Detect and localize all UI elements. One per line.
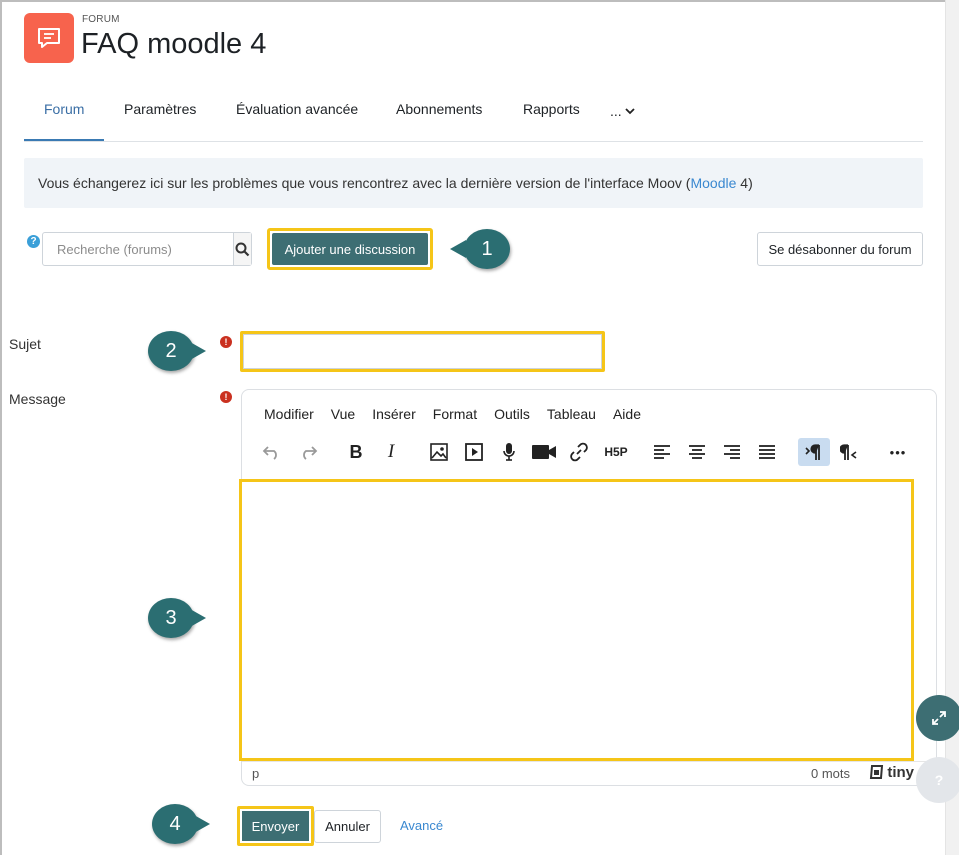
cancel-button[interactable]: Annuler xyxy=(314,810,381,843)
subject-label: Sujet xyxy=(9,336,41,352)
undo-icon[interactable] xyxy=(256,438,288,466)
align-right-icon[interactable] xyxy=(716,438,748,466)
menu-format[interactable]: Format xyxy=(433,406,477,422)
forum-search xyxy=(42,232,252,266)
secondary-navigation: Forum Paramètres Évaluation avancée Abon… xyxy=(24,81,923,142)
editor-content-area[interactable] xyxy=(239,479,914,761)
tab-forum[interactable]: Forum xyxy=(24,81,105,141)
word-count: 0 mots xyxy=(810,766,850,781)
image-icon[interactable] xyxy=(423,438,455,466)
menu-tableau[interactable]: Tableau xyxy=(547,406,596,422)
tab-abonnements[interactable]: Abonnements xyxy=(376,81,502,141)
redo-icon[interactable] xyxy=(292,438,324,466)
send-highlight: Envoyer xyxy=(237,806,314,846)
page-title: FAQ moodle 4 xyxy=(81,28,267,60)
menu-aide[interactable]: Aide xyxy=(613,406,641,422)
video-camera-icon[interactable] xyxy=(528,438,560,466)
menu-modifier[interactable]: Modifier xyxy=(264,406,314,422)
forum-chat-icon xyxy=(24,13,74,63)
unsubscribe-button[interactable]: Se désabonner du forum xyxy=(757,232,923,266)
tab-more-label: ... xyxy=(610,103,622,119)
ltr-icon[interactable] xyxy=(798,438,830,466)
tab-evaluation-avancee[interactable]: Évaluation avancée xyxy=(216,81,378,141)
tiny-logo-icon xyxy=(870,765,884,779)
link-icon[interactable] xyxy=(563,438,595,466)
menu-inserer[interactable]: Insérer xyxy=(372,406,416,422)
callout-2: 2 xyxy=(148,331,206,371)
h5p-icon[interactable]: H5P xyxy=(598,438,634,466)
message-label: Message xyxy=(9,391,66,407)
more-icon[interactable]: ••• xyxy=(882,438,914,466)
tiny-brand-text: tiny xyxy=(887,764,914,781)
subject-highlight xyxy=(240,331,605,372)
editor-statusbar: p 0 mots tiny xyxy=(242,761,936,785)
callout-4: 4 xyxy=(152,804,210,844)
intro-text-after: 4) xyxy=(736,175,753,191)
menu-vue[interactable]: Vue xyxy=(331,406,355,422)
rich-text-editor: Modifier Vue Insérer Format Outils Table… xyxy=(239,389,937,786)
italic-icon[interactable]: I xyxy=(375,438,407,466)
add-discussion-button[interactable]: Ajouter une discussion xyxy=(272,233,428,265)
required-icon: ! xyxy=(220,391,232,403)
question-icon: ? xyxy=(934,772,944,788)
subject-input[interactable] xyxy=(243,334,602,369)
chevron-down-icon xyxy=(625,108,635,115)
editor-menubar: Modifier Vue Insérer Format Outils Table… xyxy=(264,406,641,422)
help-icon[interactable]: ? xyxy=(27,235,40,248)
align-center-icon[interactable] xyxy=(681,438,713,466)
editor-toolbar: B I H5P ••• xyxy=(252,438,932,468)
search-icon xyxy=(235,242,250,256)
tab-rapports[interactable]: Rapports xyxy=(503,81,600,141)
rtl-icon[interactable] xyxy=(833,438,865,466)
tab-more[interactable]: ... xyxy=(590,81,655,141)
send-button[interactable]: Envoyer xyxy=(242,811,309,841)
moodle-link[interactable]: Moodle xyxy=(690,175,736,191)
expand-icon xyxy=(932,711,946,725)
advanced-link[interactable]: Avancé xyxy=(400,818,443,833)
search-input[interactable] xyxy=(43,233,233,265)
tiny-logo[interactable]: tiny xyxy=(869,764,914,781)
intro-text-before: Vous échangerez ici sur les problèmes qu… xyxy=(38,175,691,191)
expand-button[interactable] xyxy=(916,695,959,741)
add-discussion-highlight: Ajouter une discussion xyxy=(267,228,433,270)
activity-type-label: FORUM xyxy=(82,14,120,25)
search-button[interactable] xyxy=(233,233,251,265)
element-path[interactable]: p xyxy=(252,766,259,781)
callout-1: 1 xyxy=(450,229,510,269)
callout-3: 3 xyxy=(148,598,206,638)
align-left-icon[interactable] xyxy=(646,438,678,466)
menu-outils[interactable]: Outils xyxy=(494,406,530,422)
help-button[interactable]: ? xyxy=(916,757,959,803)
justify-icon[interactable] xyxy=(751,438,783,466)
required-icon: ! xyxy=(220,336,232,348)
media-icon[interactable] xyxy=(458,438,490,466)
tab-parametres[interactable]: Paramètres xyxy=(104,81,216,141)
microphone-icon[interactable] xyxy=(493,438,525,466)
forum-intro: Vous échangerez ici sur les problèmes qu… xyxy=(24,158,923,208)
bold-icon[interactable]: B xyxy=(340,438,372,466)
